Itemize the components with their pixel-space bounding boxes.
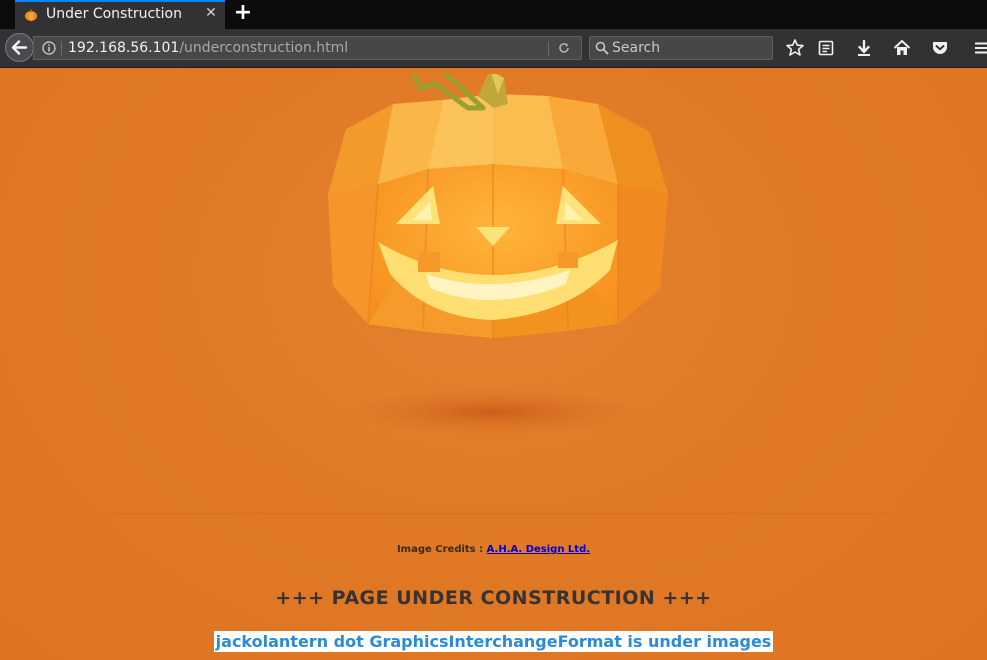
page-content: Image Credits : A.H.A. Design Ltd. +++ P… (0, 68, 987, 660)
back-button[interactable] (5, 33, 34, 62)
menu-icon[interactable] (972, 38, 987, 58)
image-credits: Image Credits : A.H.A. Design Ltd. (0, 544, 987, 555)
url-divider (61, 41, 62, 56)
tab-title: Under Construction (46, 6, 182, 22)
url-host: 192.168.56.101 (68, 40, 180, 56)
hero-image-panel (98, 68, 890, 514)
download-icon[interactable] (854, 38, 874, 58)
jack-o-lantern-image (328, 74, 668, 436)
credits-link[interactable]: A.H.A. Design Ltd. (487, 544, 590, 555)
star-icon[interactable] (785, 38, 805, 58)
pumpkin-favicon-icon (25, 9, 37, 21)
tab-close-icon[interactable]: ✕ (203, 5, 219, 23)
info-icon[interactable] (42, 41, 56, 55)
tab-strip: Under Construction ✕ + (0, 0, 987, 29)
pocket-icon[interactable] (930, 38, 950, 58)
page-headline: +++ PAGE UNDER CONSTRUCTION +++ (275, 587, 712, 609)
reload-icon[interactable] (557, 41, 571, 55)
address-bar[interactable]: 192.168.56.101/underconstruction.html (33, 36, 582, 60)
back-arrow-icon (11, 40, 28, 55)
url-text[interactable]: 192.168.56.101/underconstruction.html (68, 40, 348, 56)
credits-label: Image Credits : (396, 544, 487, 555)
search-bar[interactable] (589, 36, 773, 60)
hidden-hint-text: jackolantern dot GraphicsInterchangeForm… (213, 631, 774, 652)
new-tab-button[interactable]: + (232, 2, 254, 26)
url-path: /underconstruction.html (179, 40, 349, 56)
tab-under-construction[interactable]: Under Construction ✕ (15, 0, 225, 29)
navigation-toolbar: 192.168.56.101/underconstruction.html (0, 29, 987, 68)
search-icon (595, 41, 609, 55)
reading-list-icon[interactable] (816, 38, 836, 58)
reload-divider (548, 41, 549, 56)
hint-container: jackolantern dot GraphicsInterchangeForm… (0, 631, 987, 652)
home-icon[interactable] (892, 38, 912, 58)
search-input[interactable] (612, 39, 762, 57)
